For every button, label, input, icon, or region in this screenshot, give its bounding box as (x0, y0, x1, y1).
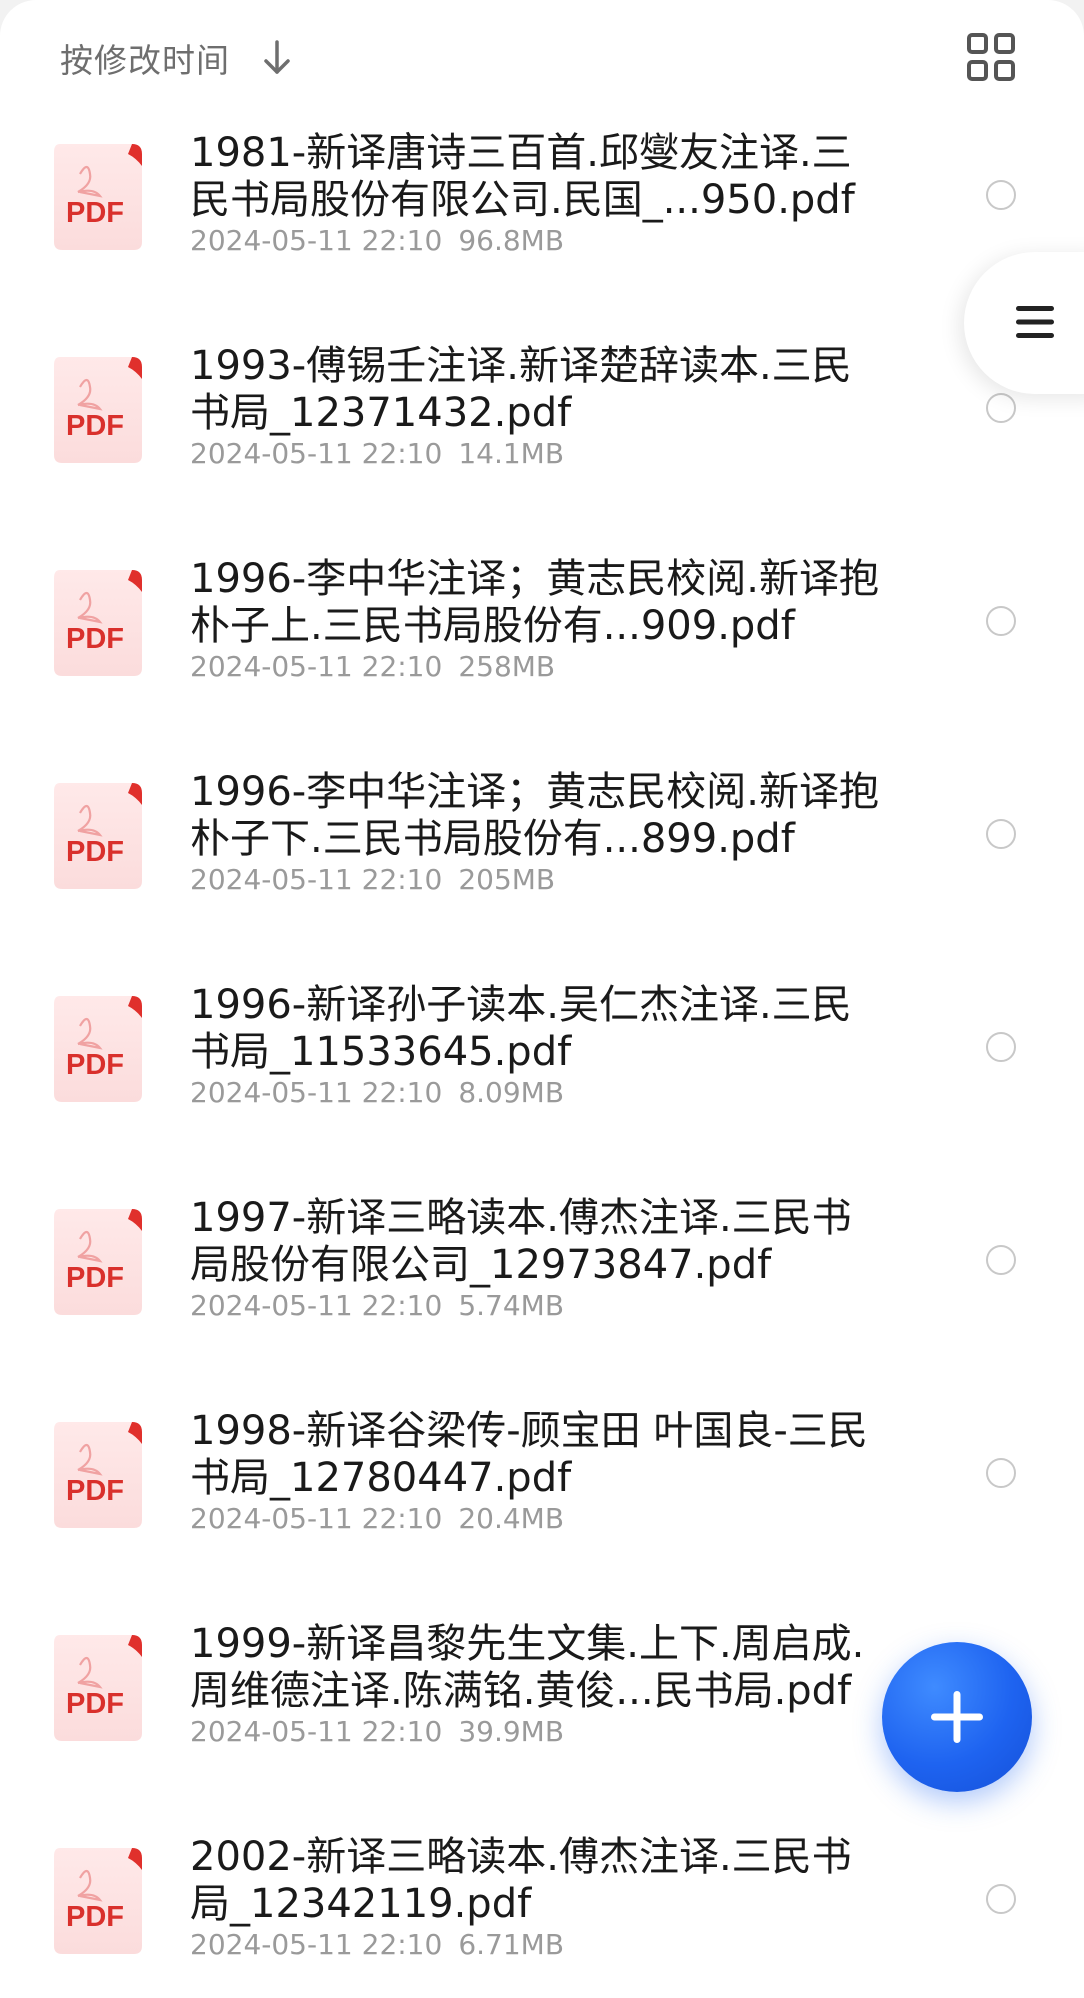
select-radio[interactable] (986, 819, 1016, 849)
file-modified-date: 2024-05-11 22:10 (190, 863, 443, 896)
file-list-item[interactable]: PDF 1993-傅锡壬注译.新译楚辞读本.三民书局_12371432.pdf … (0, 325, 1084, 538)
file-size: 8.09MB (458, 1076, 565, 1109)
file-modified-date: 2024-05-11 22:10 (190, 1289, 443, 1322)
pdf-file-icon-label: PDF (66, 197, 124, 229)
arrow-down-icon[interactable] (260, 38, 294, 78)
file-size: 39.9MB (458, 1715, 565, 1748)
file-list-item[interactable]: PDF 1996-李中华注译；黄志民校阅.新译抱朴子上.三民书局股份有...90… (0, 538, 1084, 751)
file-list-item[interactable]: PDF 1981-新译唐诗三百首.邱燮友注译.三民书局股份有限公司.民国_...… (0, 112, 1084, 325)
select-radio[interactable] (986, 1884, 1016, 1914)
file-size: 20.4MB (458, 1502, 565, 1535)
file-meta: 2024-05-11 22:10 8.09MB (190, 1076, 564, 1109)
sort-mode-button[interactable]: 按修改时间 (60, 34, 230, 82)
file-size: 6.71MB (458, 1928, 565, 1961)
select-radio[interactable] (986, 606, 1016, 636)
file-name: 1997-新译三略读本.傅杰注译.三民书局股份有限公司_12973847.pdf (190, 1195, 852, 1288)
grid-view-icon[interactable] (966, 32, 1016, 82)
file-meta: 2024-05-11 22:10 96.8MB (190, 224, 564, 257)
file-name: 1981-新译唐诗三百首.邱燮友注译.三民书局股份有限公司.民国_...950.… (190, 130, 855, 223)
pdf-file-icon-label: PDF (66, 1475, 124, 1507)
pdf-file-icon-label: PDF (66, 410, 124, 442)
file-meta: 2024-05-11 22:10 14.1MB (190, 437, 564, 470)
file-list-item[interactable]: PDF 1998-新译谷梁传-顾宝田 叶国良-三民书局_12780447.pdf… (0, 1390, 1084, 1603)
file-name: 1996-李中华注译；黄志民校阅.新译抱朴子上.三民书局股份有...909.pd… (190, 556, 879, 649)
plus-icon (931, 1691, 983, 1743)
file-meta: 2024-05-11 22:10 39.9MB (190, 1715, 564, 1748)
file-modified-date: 2024-05-11 22:10 (190, 1076, 443, 1109)
file-meta: 2024-05-11 22:10 6.71MB (190, 1928, 564, 1961)
pdf-file-icon: PDF (54, 1422, 142, 1528)
pdf-file-icon: PDF (54, 996, 142, 1102)
add-button[interactable] (882, 1642, 1032, 1792)
pdf-file-icon-label: PDF (66, 1262, 124, 1294)
file-name: 1999-新译昌黎先生文集.上下.周启成.周维德注译.陈满铭.黄俊...民书局.… (190, 1621, 865, 1714)
file-modified-date: 2024-05-11 22:10 (190, 1928, 443, 1961)
file-list-item[interactable]: PDF 1996-李中华注译；黄志民校阅.新译抱朴子下.三民书局股份有...89… (0, 751, 1084, 964)
file-meta: 2024-05-11 22:10 5.74MB (190, 1289, 564, 1322)
pdf-file-icon: PDF (54, 570, 142, 676)
file-modified-date: 2024-05-11 22:10 (190, 1502, 443, 1535)
select-radio[interactable] (986, 180, 1016, 210)
pdf-file-icon: PDF (54, 783, 142, 889)
file-modified-date: 2024-05-11 22:10 (190, 1715, 443, 1748)
file-list-item[interactable]: PDF 2002-新译三略读本.傅杰注译.三民书局_12342119.pdf 2… (0, 1816, 1084, 1998)
file-name: 1998-新译谷梁传-顾宝田 叶国良-三民书局_12780447.pdf (190, 1408, 868, 1501)
pdf-file-icon-label: PDF (66, 1688, 124, 1720)
pdf-file-icon-label: PDF (66, 1049, 124, 1081)
list-header: 按修改时间 (0, 0, 1084, 112)
pdf-file-icon: PDF (54, 1635, 142, 1741)
pdf-file-icon: PDF (54, 357, 142, 463)
file-name: 1996-李中华注译；黄志民校阅.新译抱朴子下.三民书局股份有...899.pd… (190, 769, 879, 862)
select-radio[interactable] (986, 1245, 1016, 1275)
pdf-file-icon: PDF (54, 1209, 142, 1315)
file-modified-date: 2024-05-11 22:10 (190, 437, 443, 470)
pdf-file-icon-label: PDF (66, 1901, 124, 1933)
pdf-file-icon: PDF (54, 1848, 142, 1954)
file-size: 5.74MB (458, 1289, 565, 1322)
file-modified-date: 2024-05-11 22:10 (190, 650, 443, 683)
select-radio[interactable] (986, 393, 1016, 423)
pdf-file-icon: PDF (54, 144, 142, 250)
file-name: 2002-新译三略读本.傅杰注译.三民书局_12342119.pdf (190, 1834, 852, 1927)
file-modified-date: 2024-05-11 22:10 (190, 224, 443, 257)
file-size: 258MB (458, 650, 556, 683)
pdf-file-icon-label: PDF (66, 623, 124, 655)
select-radio[interactable] (986, 1032, 1016, 1062)
file-meta: 2024-05-11 22:10 205MB (190, 863, 555, 896)
file-size: 205MB (458, 863, 556, 896)
file-name: 1996-新译孙子读本.吴仁杰注译.三民书局_11533645.pdf (190, 982, 852, 1075)
menu-icon (1016, 306, 1054, 338)
file-size: 14.1MB (458, 437, 565, 470)
file-meta: 2024-05-11 22:10 258MB (190, 650, 555, 683)
file-meta: 2024-05-11 22:10 20.4MB (190, 1502, 564, 1535)
file-size: 96.8MB (458, 224, 565, 257)
file-list-item[interactable]: PDF 1997-新译三略读本.傅杰注译.三民书局股份有限公司_12973847… (0, 1177, 1084, 1390)
select-radio[interactable] (986, 1458, 1016, 1488)
file-browser-screen: 按修改时间 PDF 1981-新译唐诗三百首.邱燮友注译.三民书局股份有限公司.… (0, 0, 1084, 1998)
pdf-file-icon-label: PDF (66, 836, 124, 868)
file-list-item[interactable]: PDF 1996-新译孙子读本.吴仁杰注译.三民书局_11533645.pdf … (0, 964, 1084, 1177)
file-name: 1993-傅锡壬注译.新译楚辞读本.三民书局_12371432.pdf (190, 343, 852, 436)
